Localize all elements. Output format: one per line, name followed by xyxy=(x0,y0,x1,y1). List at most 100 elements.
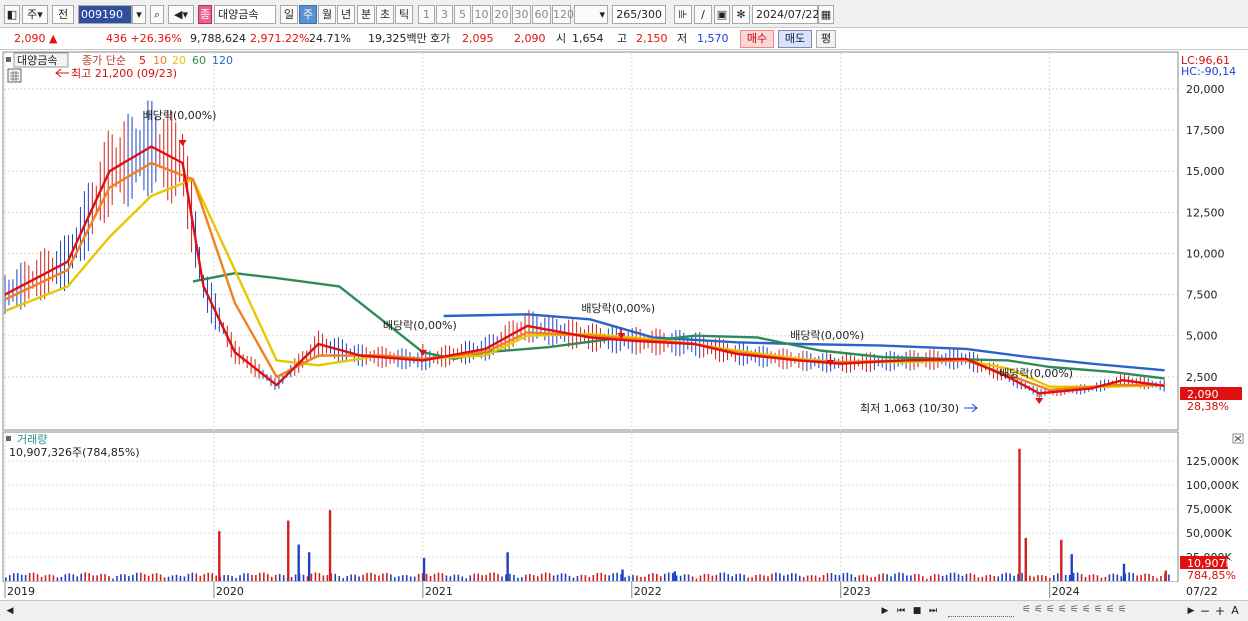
volume-bar xyxy=(251,575,253,581)
stock-type-badge: 종 xyxy=(198,5,212,24)
interval-3[interactable]: 3 xyxy=(436,5,453,24)
tab-tick[interactable]: 틱 xyxy=(395,5,413,24)
current-pct-tag: 28,38% xyxy=(1187,400,1229,413)
volume-bar xyxy=(921,576,924,581)
window-menu-icon[interactable]: ◧ xyxy=(4,5,20,24)
volume-bar xyxy=(485,574,487,581)
volume-bar xyxy=(973,574,976,581)
stock-code-input[interactable]: 009190 xyxy=(78,5,132,24)
volume-bar xyxy=(679,575,682,581)
zoom-out-icon[interactable]: − xyxy=(1198,604,1212,618)
volume-bar xyxy=(673,571,676,581)
scroll-bar[interactable]: ◀ ▶ ⏮ ■ ⏭ ⚟⚟⚟⚟⚟⚟⚟⚟⚟ ▶ − + A xyxy=(0,600,1248,621)
volume-bar xyxy=(247,573,249,581)
volume-bar xyxy=(401,575,404,581)
prev-button[interactable]: 전 xyxy=(52,5,74,24)
interval-1[interactable]: 1 xyxy=(418,5,435,24)
custom-interval-dropdown[interactable]: ▾ xyxy=(574,5,608,24)
volume-pct-tag: 784,85% xyxy=(1187,569,1236,582)
volume-bar xyxy=(735,574,738,581)
tab-month[interactable]: 월 xyxy=(318,5,336,24)
volume-bar xyxy=(52,575,55,581)
stock-name-field[interactable]: 대양금속 xyxy=(214,5,276,24)
volume-bar xyxy=(366,572,368,581)
volume-bar xyxy=(370,572,372,581)
interval-60[interactable]: 60 xyxy=(532,5,551,24)
tab-second[interactable]: 초 xyxy=(376,5,394,24)
volume-bar xyxy=(715,574,718,581)
forward-icon[interactable]: ⏭ xyxy=(926,604,940,618)
volume-bar xyxy=(422,557,426,581)
volume-bar xyxy=(167,576,170,581)
volume-bar xyxy=(1168,574,1170,581)
volume-bar xyxy=(278,574,281,581)
volume-bar xyxy=(818,577,821,581)
low-label: 저 xyxy=(677,32,688,45)
search-icon[interactable]: ⌕ xyxy=(150,5,164,24)
volume-bar xyxy=(493,572,495,581)
volume-bar xyxy=(334,573,337,581)
volume-bar xyxy=(790,573,793,581)
volume-bar xyxy=(628,575,630,581)
volume-bar xyxy=(128,576,130,581)
tab-day[interactable]: 일 xyxy=(280,5,298,24)
trend-icon[interactable]: ∕ xyxy=(694,5,712,24)
interval-20[interactable]: 20 xyxy=(492,5,511,24)
volume-bar xyxy=(675,575,678,581)
volume-bar xyxy=(1001,573,1003,581)
chart-type-dropdown[interactable]: 주▾ xyxy=(22,5,48,24)
speaker-icon[interactable]: ◀▾ xyxy=(168,5,194,24)
volume-bar xyxy=(1120,576,1123,581)
volume-bar xyxy=(1041,575,1043,581)
scroll-left-icon[interactable]: ◀ xyxy=(3,604,17,618)
interval-30[interactable]: 30 xyxy=(512,5,531,24)
data-count-field[interactable]: 265/300 xyxy=(612,5,666,24)
date-field[interactable]: 2024/07/22 xyxy=(752,5,819,24)
tab-minute[interactable]: 분 xyxy=(357,5,375,24)
interval-120[interactable]: 120 xyxy=(552,5,574,24)
save-icon[interactable]: ▣ xyxy=(714,5,730,24)
volume-bar xyxy=(993,575,996,581)
draw-tools-strip[interactable]: ⚟⚟⚟⚟⚟⚟⚟⚟⚟ xyxy=(1022,604,1182,618)
date-axis-label: 2022 xyxy=(634,585,662,598)
volume-bar xyxy=(707,573,710,581)
volume-bar xyxy=(477,573,479,581)
average-button[interactable]: 평 xyxy=(816,30,836,48)
date-axis-label: 2021 xyxy=(425,585,453,598)
interval-10[interactable]: 10 xyxy=(472,5,491,24)
volume-bar xyxy=(302,574,305,581)
chart-window: ◧ 주▾ 전 009190 ▾ ⌕ ◀▾ 종 대양금속 일 주 월 년 분 초 … xyxy=(0,0,1248,621)
tab-week[interactable]: 주 xyxy=(299,5,317,24)
candle-icon[interactable]: ⊪ xyxy=(674,5,692,24)
stop-icon[interactable]: ■ xyxy=(910,604,924,618)
chart-area[interactable]: 배당락(0,00%) 배당락(0,00%) 배당락(0,00%) 배당락(0,00%)… xyxy=(0,50,1248,621)
volume-bar xyxy=(842,573,845,581)
volume-bar xyxy=(1068,575,1071,581)
volume-bar xyxy=(663,573,666,581)
calendar-icon[interactable]: ▦ xyxy=(818,5,834,24)
code-dropdown-icon[interactable]: ▾ xyxy=(132,5,146,24)
volume-bar xyxy=(191,572,194,581)
volume-bar xyxy=(506,552,509,581)
zoom-in-icon[interactable]: + xyxy=(1213,604,1227,618)
auto-scale-icon[interactable]: A xyxy=(1228,604,1242,618)
price-chart-svg[interactable]: 배당락(0,00%) 배당락(0,00%) 배당락(0,00%) 배당락(0,00%)… xyxy=(0,50,1248,600)
volume-bar xyxy=(1021,572,1023,581)
table-view-icon[interactable] xyxy=(7,68,22,83)
volume-bar xyxy=(104,574,106,581)
zoom-slider[interactable] xyxy=(948,605,1014,617)
rewind-icon[interactable]: ⏮ xyxy=(894,604,908,618)
sell-button[interactable]: 매도 xyxy=(778,30,812,48)
gear-icon[interactable]: ✻ xyxy=(732,5,750,24)
play-icon[interactable]: ▶ xyxy=(878,604,892,618)
tab-year[interactable]: 년 xyxy=(337,5,355,24)
volume-bar xyxy=(294,574,297,581)
buy-button[interactable]: 매수 xyxy=(740,30,774,48)
interval-5[interactable]: 5 xyxy=(454,5,471,24)
volume-bar xyxy=(1005,572,1007,581)
volume-bar xyxy=(183,576,186,581)
scroll-right-icon[interactable]: ▶ xyxy=(1184,604,1198,618)
dividend-label: 배당락(0,00%) xyxy=(581,302,655,315)
volume-bar xyxy=(1156,578,1158,581)
volume-bar xyxy=(624,577,626,581)
